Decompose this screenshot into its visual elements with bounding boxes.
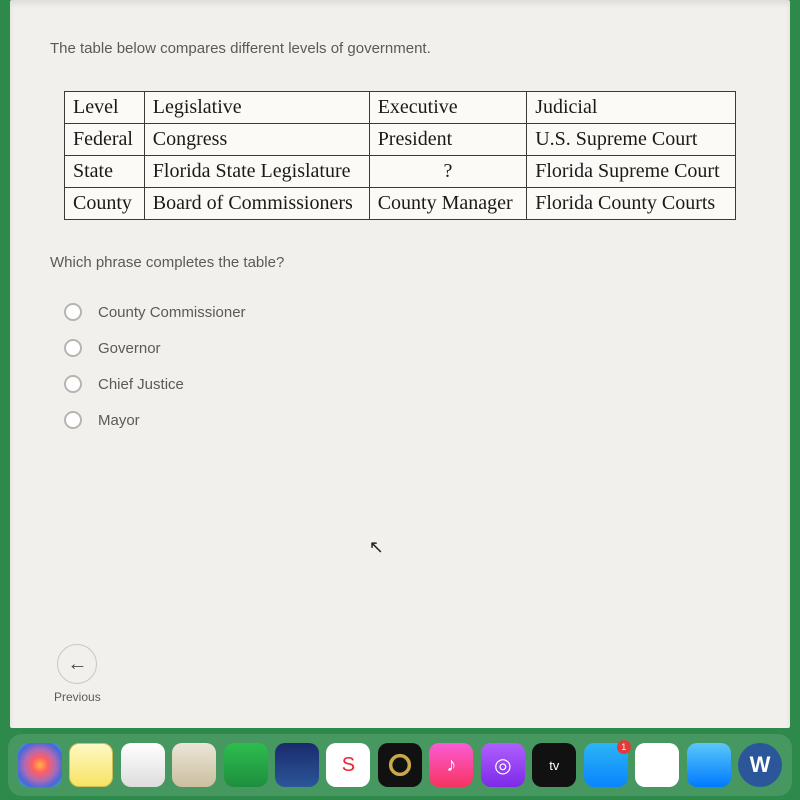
cell-legislative: Board of Commissioners <box>144 188 369 220</box>
table-header-legislative: Legislative <box>144 92 369 124</box>
cell-judicial: Florida County Courts <box>527 188 736 220</box>
mouse-cursor-icon: ↖ <box>369 537 384 558</box>
sub-prompt: Which phrase completes the table? <box>50 254 750 271</box>
table-row: State Florida State Legislature ? Florid… <box>65 156 736 188</box>
table-header-executive: Executive <box>369 92 527 124</box>
macos-dock: S ♪ ◎ tv 1 W <box>8 734 792 796</box>
photos-app-icon[interactable] <box>18 743 62 787</box>
word-app-icon[interactable]: W <box>738 743 782 787</box>
generic-app-icon[interactable] <box>635 743 679 787</box>
books-app-icon[interactable] <box>121 743 165 787</box>
cell-executive: President <box>369 124 527 156</box>
cell-level: State <box>65 156 145 188</box>
cell-level: Federal <box>65 124 145 156</box>
arrow-left-icon: ← <box>67 653 87 676</box>
radio-icon <box>64 303 82 321</box>
cell-legislative: Congress <box>144 124 369 156</box>
option-d[interactable]: Mayor <box>64 411 750 429</box>
appletv-app-icon[interactable]: tv <box>532 743 576 787</box>
radio-icon <box>64 339 82 357</box>
notification-badge: 1 <box>617 740 631 754</box>
cell-judicial: Florida Supreme Court <box>527 156 736 188</box>
previous-nav: ← Previous <box>54 644 101 704</box>
gear-icon <box>386 751 414 779</box>
maps-app-icon[interactable] <box>172 743 216 787</box>
mail-app-icon[interactable] <box>687 743 731 787</box>
cell-level: County <box>65 188 145 220</box>
answer-options: County Commissioner Governor Chief Justi… <box>64 303 750 429</box>
cell-executive: County Manager <box>369 188 527 220</box>
notes-app-icon[interactable] <box>69 743 113 787</box>
option-label: Governor <box>98 340 161 357</box>
question-table: Level Legislative Executive Judicial Fed… <box>64 91 736 220</box>
option-a[interactable]: County Commissioner <box>64 303 750 321</box>
option-c[interactable]: Chief Justice <box>64 375 750 393</box>
option-b[interactable]: Governor <box>64 339 750 357</box>
table-row: Federal Congress President U.S. Supreme … <box>65 124 736 156</box>
radio-icon <box>64 411 82 429</box>
option-label: Mayor <box>98 412 140 429</box>
cell-legislative: Florida State Legislature <box>144 156 369 188</box>
music-app-icon[interactable]: ♪ <box>429 743 473 787</box>
option-label: County Commissioner <box>98 304 246 321</box>
numbers-app-icon[interactable] <box>224 743 268 787</box>
radio-icon <box>64 375 82 393</box>
appstore-app-icon[interactable]: 1 <box>584 743 628 787</box>
option-label: Chief Justice <box>98 376 184 393</box>
table-header-level: Level <box>65 92 145 124</box>
table-header-judicial: Judicial <box>527 92 736 124</box>
cell-judicial: U.S. Supreme Court <box>527 124 736 156</box>
quiz-panel: The table below compares different level… <box>10 0 790 728</box>
question-prompt: The table below compares different level… <box>50 40 750 57</box>
settings-app-icon[interactable] <box>378 743 422 787</box>
cell-executive-blank: ? <box>369 156 527 188</box>
news-app-icon[interactable]: S <box>326 743 370 787</box>
previous-label: Previous <box>54 690 101 704</box>
previous-button[interactable]: ← <box>57 644 97 684</box>
podcasts-app-icon[interactable]: ◎ <box>481 743 525 787</box>
keynote-app-icon[interactable] <box>275 743 319 787</box>
table-row: Level Legislative Executive Judicial <box>65 92 736 124</box>
table-row: County Board of Commissioners County Man… <box>65 188 736 220</box>
